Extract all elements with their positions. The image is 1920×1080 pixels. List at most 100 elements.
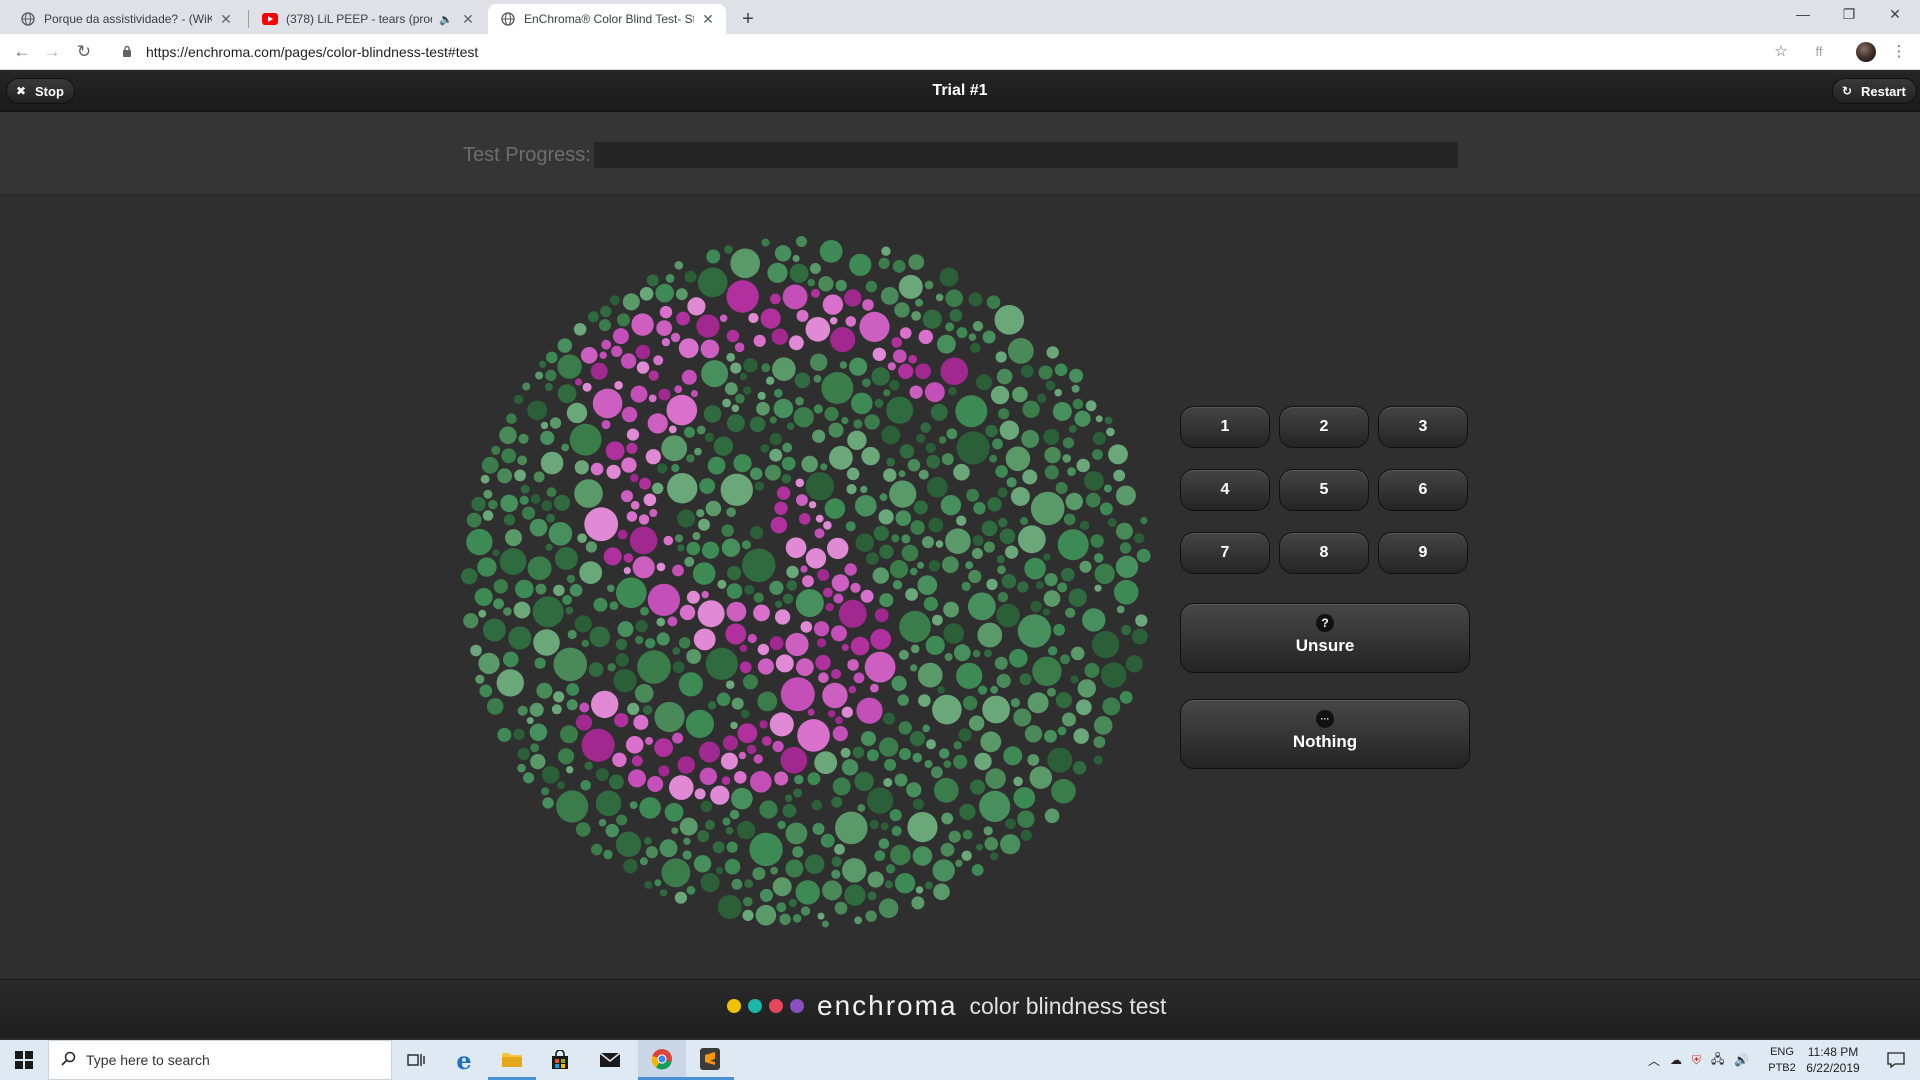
plate-dot bbox=[649, 509, 658, 517]
close-tab-icon[interactable]: ✕ bbox=[460, 11, 476, 28]
plate-dot bbox=[772, 877, 792, 897]
plate-dot bbox=[898, 470, 906, 478]
plate-dot bbox=[611, 345, 623, 357]
plate-dot bbox=[749, 416, 766, 433]
extension-icon[interactable]: ff bbox=[1808, 41, 1830, 63]
answer-button-6[interactable]: 6 bbox=[1378, 469, 1468, 511]
plate-dot bbox=[1108, 444, 1128, 465]
plate-dot bbox=[990, 385, 1010, 405]
plate-dot bbox=[605, 823, 619, 838]
plate-dot bbox=[526, 717, 534, 725]
plate-dot bbox=[620, 353, 637, 369]
browser-tab-active[interactable]: EnChroma® Color Blind Test- Sta ✕ bbox=[488, 4, 726, 34]
plate-dot bbox=[574, 479, 603, 508]
answer-button-1[interactable]: 1 bbox=[1180, 406, 1270, 448]
windows-start-icon[interactable] bbox=[0, 1040, 48, 1080]
plate-dot bbox=[678, 637, 691, 649]
stop-button[interactable]: ✖ Stop bbox=[6, 78, 75, 104]
plate-dot bbox=[867, 891, 877, 901]
search-icon bbox=[61, 1051, 76, 1070]
plate-dot bbox=[513, 394, 524, 405]
plate-dot bbox=[915, 886, 924, 894]
chrome-icon[interactable] bbox=[638, 1040, 686, 1080]
chevron-up-icon[interactable]: ︿ bbox=[1648, 1052, 1660, 1069]
plate-dot bbox=[744, 584, 755, 595]
plate-dot bbox=[517, 747, 530, 761]
plate-dot bbox=[1062, 454, 1071, 463]
taskbar-search[interactable]: Type here to search bbox=[48, 1040, 392, 1080]
plate-dot bbox=[932, 614, 943, 626]
close-tab-icon[interactable]: ✕ bbox=[700, 11, 716, 28]
plate-dot bbox=[823, 587, 833, 598]
plate-dot bbox=[700, 339, 720, 359]
plate-dot bbox=[982, 695, 1010, 724]
onedrive-cloud-icon[interactable]: ☁ bbox=[1670, 1053, 1682, 1067]
reload-icon[interactable]: ↻ bbox=[72, 40, 96, 64]
answer-button-4[interactable]: 4 bbox=[1180, 469, 1270, 511]
unsure-button[interactable]: ? Unsure bbox=[1180, 603, 1470, 673]
plate-dot bbox=[796, 309, 809, 322]
plate-dot bbox=[607, 584, 615, 593]
answer-button-9[interactable]: 9 bbox=[1378, 532, 1468, 574]
menu-kebab-icon[interactable]: ⋮ bbox=[1888, 41, 1910, 63]
plate-dot bbox=[677, 509, 696, 528]
plate-dot bbox=[909, 385, 923, 399]
mail-icon[interactable] bbox=[586, 1040, 634, 1080]
answer-button-7[interactable]: 7 bbox=[1180, 532, 1270, 574]
browser-tab[interactable]: (378) LiL PEEP - tears (prod. s 🔈 ✕ bbox=[250, 4, 486, 34]
plate-dot bbox=[707, 456, 726, 475]
plate-dot bbox=[1076, 458, 1090, 473]
plate-dot bbox=[997, 591, 1009, 603]
nothing-button[interactable]: ··· Nothing bbox=[1180, 699, 1470, 769]
plate-dot bbox=[795, 880, 820, 905]
plate-dot bbox=[493, 598, 504, 610]
restore-icon[interactable]: ❐ bbox=[1826, 0, 1872, 30]
plate-dot bbox=[575, 714, 593, 731]
plate-dot bbox=[773, 398, 794, 419]
plate-dot bbox=[656, 562, 666, 572]
notifications-icon[interactable] bbox=[1872, 1040, 1920, 1080]
system-clock[interactable]: 11:48 PM 6/22/2019 bbox=[1800, 1044, 1866, 1076]
plate-dot bbox=[621, 490, 633, 503]
muted-speaker-icon[interactable]: 🔈 bbox=[438, 13, 454, 26]
plate-dot bbox=[859, 311, 890, 342]
file-explorer-icon[interactable] bbox=[488, 1040, 536, 1080]
forward-icon[interactable]: → bbox=[40, 40, 64, 64]
bookmark-star-icon[interactable]: ☆ bbox=[1770, 41, 1792, 63]
plate-dot bbox=[974, 752, 992, 771]
back-icon[interactable]: ← bbox=[10, 40, 34, 64]
answer-button-8[interactable]: 8 bbox=[1279, 532, 1369, 574]
answer-button-5[interactable]: 5 bbox=[1279, 469, 1369, 511]
browser-tab[interactable]: Porque da assistividade? - (WiKn ✕ bbox=[8, 4, 244, 34]
answer-button-3[interactable]: 3 bbox=[1378, 406, 1468, 448]
sublime-text-icon[interactable] bbox=[686, 1040, 734, 1080]
plate-dot bbox=[968, 569, 982, 584]
minimize-icon[interactable]: — bbox=[1780, 0, 1826, 30]
security-alert-icon[interactable]: ⛨ bbox=[1692, 1053, 1701, 1068]
new-tab-button[interactable]: + bbox=[734, 6, 762, 34]
plate-dot bbox=[838, 599, 867, 628]
input-language[interactable]: ENG PTB2 bbox=[1764, 1044, 1800, 1076]
plate-dot bbox=[915, 363, 931, 380]
restart-button[interactable]: ↻ Restart bbox=[1832, 78, 1917, 104]
restart-label: Restart bbox=[1861, 83, 1906, 99]
plate-dot bbox=[693, 855, 712, 873]
edge-browser-icon[interactable]: e bbox=[440, 1040, 488, 1080]
task-view-icon[interactable] bbox=[392, 1040, 440, 1080]
plate-dot bbox=[675, 288, 688, 301]
volume-icon[interactable]: 🔊 bbox=[1734, 1053, 1749, 1067]
answer-button-2[interactable]: 2 bbox=[1279, 406, 1369, 448]
plate-dot bbox=[590, 462, 604, 476]
profile-avatar[interactable] bbox=[1856, 42, 1876, 62]
close-tab-icon[interactable]: ✕ bbox=[218, 11, 234, 28]
plate-dot bbox=[842, 858, 867, 883]
plate-dot bbox=[986, 295, 1001, 309]
plate-dot bbox=[975, 843, 984, 851]
plate-dot bbox=[867, 871, 884, 888]
close-window-icon[interactable]: ✕ bbox=[1872, 0, 1918, 30]
plate-dot bbox=[584, 761, 593, 771]
test-header-bar: Trial #1 ✖ Stop ↻ Restart bbox=[0, 70, 1920, 112]
network-icon[interactable]: 🖧 bbox=[1711, 1050, 1724, 1071]
store-icon[interactable] bbox=[536, 1040, 584, 1080]
address-bar[interactable]: https://enchroma.com/pages/color-blindne… bbox=[112, 38, 1782, 66]
